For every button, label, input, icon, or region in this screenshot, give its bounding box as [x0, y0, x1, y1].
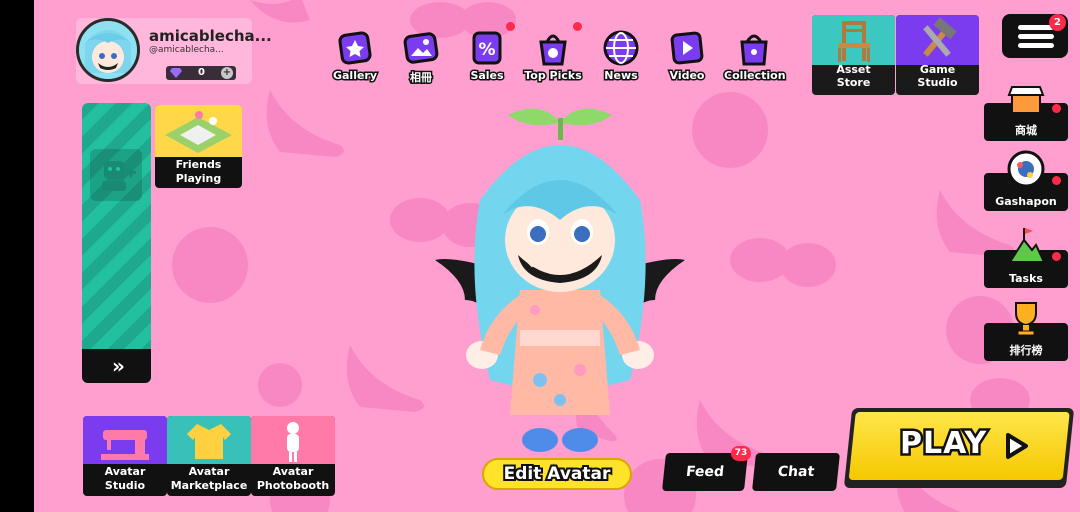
tasks-icon [1008, 228, 1046, 263]
top-picks-icon [539, 34, 567, 66]
player-avatar-character [435, 108, 685, 452]
avatar-photobooth-tile[interactable]: Avatar Photobooth [251, 416, 335, 496]
sewing-machine-icon [83, 416, 167, 464]
nav-album[interactable]: 相冊 [391, 28, 451, 86]
chat-button[interactable]: Chat [752, 453, 840, 491]
friends-map-icon [155, 105, 242, 157]
tasks-label: Tasks [1009, 272, 1043, 285]
tasks-button[interactable]: Tasks [984, 228, 1068, 288]
profile-card[interactable]: amicablecha... @amicablecha... 0 + [76, 18, 272, 84]
add-friend-icon [102, 161, 136, 191]
add-currency-button[interactable]: + [221, 67, 233, 79]
menu-icon [1018, 25, 1054, 30]
screen-edge [0, 0, 34, 512]
avatar-photobooth-label: Avatar Photobooth [256, 465, 330, 492]
svg-text:%: % [478, 40, 495, 60]
gashapon-label: Gashapon [995, 195, 1057, 208]
asset-store-tile[interactable]: Asset Store [812, 15, 895, 95]
shop-button[interactable]: 商城 [984, 86, 1068, 141]
game-studio-tile[interactable]: Game Studio [896, 15, 979, 95]
shop-icon [1007, 86, 1045, 114]
video-icon [670, 31, 704, 65]
play-arrow-icon [1006, 433, 1028, 459]
asset-store-label: Asset Store [836, 63, 871, 89]
album-icon [403, 32, 439, 64]
gashapon-button[interactable]: Gashapon [984, 150, 1068, 211]
friends-playing-tile[interactable]: Friends Playing [155, 105, 242, 188]
nav-collection-label: Collection [723, 68, 788, 84]
shop-notification-dot [1052, 104, 1061, 113]
menu-notification-badge: 2 [1049, 14, 1066, 31]
leaderboard-label: 排行榜 [1009, 344, 1043, 357]
tasks-notification-dot [1052, 252, 1061, 261]
nav-sales[interactable]: % Sales [457, 28, 517, 84]
edit-avatar-button[interactable]: Edit Avatar [482, 458, 632, 490]
friends-panel[interactable]: » [82, 103, 151, 383]
sales-icon: % [472, 31, 502, 65]
chair-icon [812, 15, 895, 65]
avatar-studio-tile[interactable]: Avatar Studio [83, 416, 167, 496]
shop-label: 商城 [1015, 124, 1037, 137]
nav-news[interactable]: News [591, 28, 651, 84]
expand-friends-button[interactable]: » [82, 349, 151, 383]
trophy-icon [1015, 302, 1037, 336]
nav-gallery-label: Gallery [331, 68, 378, 84]
nav-collection[interactable]: Collection [723, 28, 788, 84]
game-studio-label: Game Studio [917, 63, 958, 89]
username: amicablecha... [149, 27, 272, 45]
avatar[interactable] [76, 18, 140, 82]
news-icon [603, 30, 639, 66]
avatar-marketplace-tile[interactable]: Avatar Marketplace [167, 416, 251, 496]
nav-top-picks[interactable]: Top Picks [523, 28, 583, 84]
nav-gallery[interactable]: Gallery [325, 28, 385, 84]
nav-video[interactable]: Video [657, 28, 717, 84]
sales-notification-dot [506, 22, 515, 31]
top-picks-notification-dot [573, 22, 582, 31]
leaderboard-button[interactable]: 排行榜 [984, 302, 1068, 361]
collection-icon [740, 34, 768, 66]
avatar-marketplace-label: Avatar Marketplace [170, 465, 248, 492]
jacket-icon [167, 416, 251, 464]
play-label: PLAY [897, 424, 988, 464]
add-friend-button[interactable] [90, 149, 142, 201]
feed-notification-badge: 73 [731, 446, 751, 461]
avatar-studio-label: Avatar Studio [104, 465, 146, 492]
currency-balance[interactable]: 0 + [166, 66, 236, 80]
hammer-wrench-icon [896, 15, 979, 65]
gallery-icon [338, 31, 372, 65]
gem-icon [170, 68, 182, 78]
gashapon-notification-dot [1052, 176, 1061, 185]
user-handle: @amicablecha... [149, 45, 224, 55]
currency-value: 0 [198, 67, 205, 78]
friends-playing-label: Friends Playing [175, 158, 222, 185]
gashapon-icon [1007, 150, 1045, 187]
mannequin-icon [251, 416, 335, 464]
